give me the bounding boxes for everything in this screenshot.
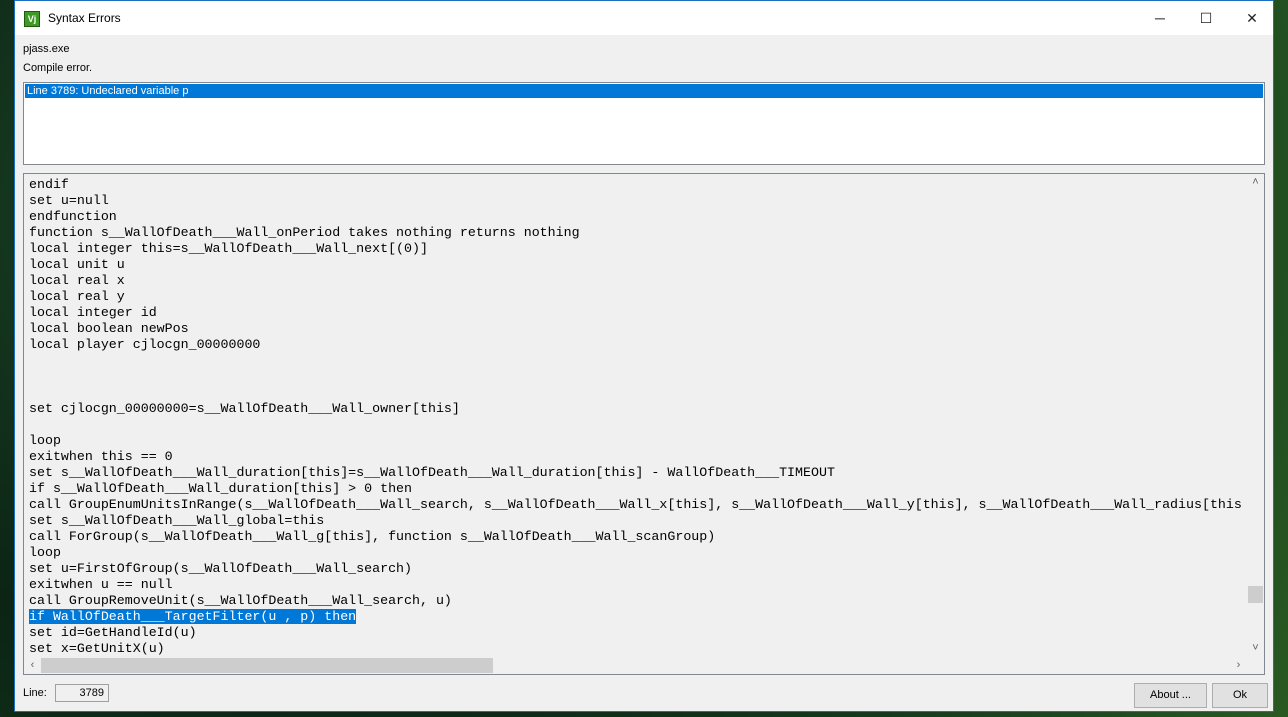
vertical-scroll-thumb[interactable] [1248,586,1263,603]
about-button[interactable]: About ... [1134,683,1207,708]
code-line[interactable]: local real y [29,289,1247,305]
code-line[interactable]: local player cjlocgn_00000000 [29,337,1247,353]
code-line[interactable] [29,353,1247,369]
scroll-up-icon[interactable]: ˄ [1247,174,1264,191]
code-line-text: exitwhen u == null [29,577,173,592]
code-line[interactable]: exitwhen u == null [29,577,1247,593]
code-line[interactable]: if s__WallOfDeath___Wall_duration[this] … [29,481,1247,497]
tool-name: pjass.exe [23,43,70,55]
code-line[interactable]: local integer this=s__WallOfDeath___Wall… [29,241,1247,257]
code-line[interactable] [29,417,1247,433]
scroll-right-icon[interactable]: › [1230,657,1247,674]
window-title: Syntax Errors [48,11,121,25]
code-line[interactable]: call ForGroup(s__WallOfDeath___Wall_g[th… [29,529,1247,545]
code-line-text: local integer id [29,305,157,320]
code-line[interactable]: endif [29,177,1247,193]
code-view[interactable]: endif set u=null endfunction function s__Wa… [23,173,1265,675]
vjass-icon: Vj [24,11,40,27]
code-line[interactable] [29,369,1247,385]
code-line[interactable] [29,385,1247,401]
code-line-text: set u=FirstOfGroup(s__WallOfDeath___Wall… [29,561,413,576]
code-line-text: local boolean newPos [29,321,189,336]
compile-status: Compile error. [23,62,93,74]
code-line-text: loop [29,545,61,560]
line-number-field[interactable]: 3789 [55,684,109,702]
code-line-text: call ForGroup(s__WallOfDeath___Wall_g[th… [29,529,716,544]
code-lines[interactable]: endif set u=null endfunction function s__Wa… [29,177,1247,657]
code-line[interactable]: local boolean newPos [29,321,1247,337]
maximize-button[interactable]: ☐ [1183,1,1229,35]
code-line[interactable]: set cjlocgn_00000000=s__WallOfDeath___Wa… [29,401,1247,417]
code-line-text: local real y [29,289,125,304]
code-line-text: set u=null [29,193,109,208]
code-line[interactable]: function s__WallOfDeath___Wall_onPeriod … [29,225,1247,241]
scroll-down-icon[interactable]: ˅ [1247,640,1264,657]
code-line-text: local player cjlocgn_00000000 [29,337,261,352]
code-line[interactable]: set s__WallOfDeath___Wall_duration[this]… [29,465,1247,481]
code-line[interactable]: local real x [29,273,1247,289]
code-line-text: set cjlocgn_00000000=s__WallOfDeath___Wa… [29,401,460,416]
code-line[interactable]: endfunction [29,209,1247,225]
code-line[interactable]: set s__WallOfDeath___Wall_global=this [29,513,1247,529]
code-line-text: local real x [29,273,125,288]
code-line[interactable]: call GroupRemoveUnit(s__WallOfDeath___Wa… [29,593,1247,609]
code-line[interactable]: loop [29,545,1247,561]
title-bar: Vj Syntax Errors ─ ☐ ✕ [15,1,1273,35]
code-line-text: endfunction [29,209,117,224]
code-line[interactable]: loop [29,433,1247,449]
error-item[interactable]: Line 3789: Undeclared variable p [25,84,1263,98]
vertical-scrollbar[interactable]: ˄ ˅ [1247,174,1264,657]
code-line-text: call GroupEnumUnitsInRange(s__WallOfDeat… [29,497,1242,512]
scroll-left-icon[interactable]: ‹ [24,657,41,674]
code-line[interactable]: set x=GetUnitX(u) [29,641,1247,657]
code-line-text: exitwhen this == 0 [29,449,173,464]
code-line-text: set x=GetUnitX(u) [29,641,165,656]
code-line-text: endif [29,177,69,192]
syntax-errors-window: Vj Syntax Errors ─ ☐ ✕ pjass.exe Compile… [14,0,1274,712]
code-line[interactable]: set u=FirstOfGroup(s__WallOfDeath___Wall… [29,561,1247,577]
close-button[interactable]: ✕ [1229,1,1275,35]
code-line-text: if s__WallOfDeath___Wall_duration[this] … [29,481,413,496]
minimize-button[interactable]: ─ [1137,1,1183,35]
code-line[interactable]: if WallOfDeath___TargetFilter(u , p) the… [29,609,1247,625]
code-line[interactable]: set u=null [29,193,1247,209]
horizontal-scroll-thumb[interactable] [41,658,493,673]
error-list[interactable]: Line 3789: Undeclared variable p [23,82,1265,165]
code-line-text: set s__WallOfDeath___Wall_duration[this]… [29,465,835,480]
horizontal-scrollbar[interactable]: ‹ › [24,657,1247,674]
ok-button[interactable]: Ok [1212,683,1268,708]
code-line-text: set s__WallOfDeath___Wall_global=this [29,513,325,528]
code-line[interactable]: local integer id [29,305,1247,321]
code-line-text: function s__WallOfDeath___Wall_onPeriod … [29,225,580,240]
code-line-text: local unit u [29,257,125,272]
code-line-text: set id=GetHandleId(u) [29,625,197,640]
line-label: Line: [23,687,47,699]
code-line[interactable]: call GroupEnumUnitsInRange(s__WallOfDeat… [29,497,1247,513]
code-line[interactable]: exitwhen this == 0 [29,449,1247,465]
code-line[interactable]: set id=GetHandleId(u) [29,625,1247,641]
code-line[interactable]: local unit u [29,257,1247,273]
code-line-text: if WallOfDeath___TargetFilter(u , p) the… [29,609,357,624]
code-line-text: call GroupRemoveUnit(s__WallOfDeath___Wa… [29,593,452,608]
code-line-text: loop [29,433,61,448]
code-line-text: local integer this=s__WallOfDeath___Wall… [29,241,428,256]
